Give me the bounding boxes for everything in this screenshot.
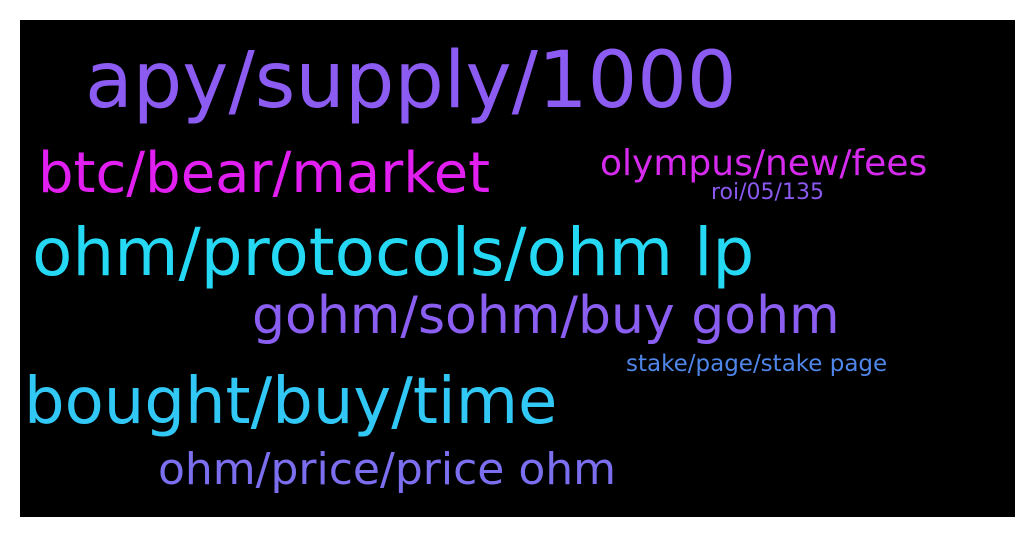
word-roi-05-135: roi/05/135	[711, 180, 824, 205]
word-bought-buy-time: bought/buy/time	[24, 365, 558, 439]
word-olympus-new-fees: olympus/new/fees	[600, 143, 928, 184]
word-btc-bear-market: btc/bear/market	[38, 141, 491, 206]
word-ohm-protocols-ohm-lp: ohm/protocols/ohm lp	[32, 214, 755, 291]
word-cloud-canvas: apy/supply/1000 btc/bear/market olympus/…	[20, 20, 1015, 517]
word-gohm-sohm-buy-gohm: gohm/sohm/buy gohm	[252, 286, 840, 346]
word-apy-supply-1000: apy/supply/1000	[85, 36, 737, 126]
word-stake-page-stake-page: stake/page/stake page	[626, 351, 888, 377]
word-ohm-price-price-ohm: ohm/price/price ohm	[158, 444, 616, 495]
